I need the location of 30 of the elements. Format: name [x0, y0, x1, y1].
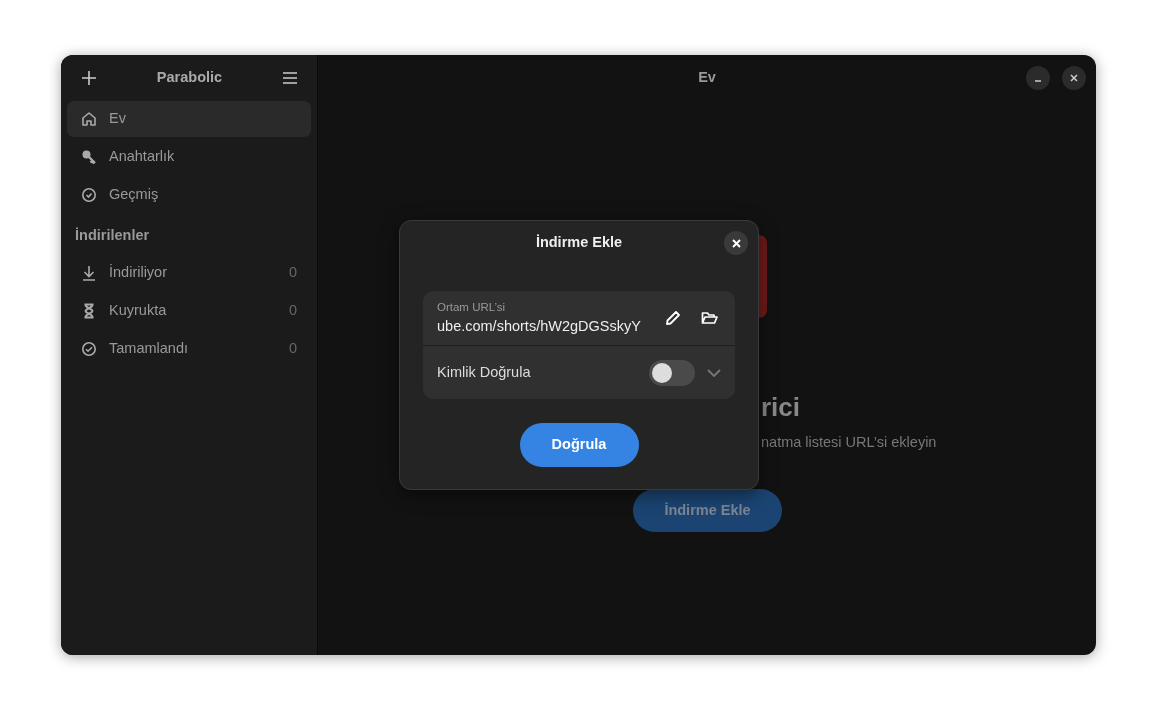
item-count: 0: [288, 300, 297, 320]
welcome-heading: rici: [761, 391, 801, 424]
url-field[interactable]: Ortam URL’si ube.com/shorts/hW2gDGSskyY: [437, 298, 655, 338]
welcome-text: natma listesi URL’si ekleyin: [761, 433, 937, 452]
close-icon: [1070, 74, 1078, 82]
check-icon: [81, 340, 97, 357]
close-button[interactable]: [1062, 66, 1086, 90]
close-icon: [731, 238, 741, 248]
authenticate-label: Kimlik Doğrula: [437, 362, 532, 382]
item-count: 0: [288, 262, 297, 282]
app-title: Parabolic: [156, 68, 223, 88]
item-count: 0: [288, 338, 297, 358]
close-button[interactable]: [724, 231, 748, 255]
sidebar-item[interactable]: Geçmiş: [67, 177, 311, 213]
minimize-button[interactable]: [1026, 66, 1050, 90]
chevron-icon[interactable]: [705, 366, 723, 379]
page-title: Ev: [698, 68, 716, 88]
sidebar-item[interactable]: İndiriliyor 0: [67, 254, 311, 291]
home-icon: [81, 111, 97, 127]
sidebar-item[interactable]: Kuyrukta 0: [67, 292, 311, 329]
hourglass-icon: [81, 302, 97, 319]
sidebar-item[interactable]: Tamamlandı 0: [67, 330, 311, 367]
sidebar-item[interactable]: Ev: [67, 101, 311, 137]
dialog-title: İndirme Ekle: [535, 233, 623, 253]
sidebar-item[interactable]: Anahtarlık: [67, 139, 311, 175]
key-icon: [81, 149, 97, 165]
validate-button[interactable]: Doğrula: [519, 423, 639, 467]
download-icon: [81, 264, 97, 281]
section-heading: İndirilenler: [74, 226, 151, 245]
authenticate-switch[interactable]: [649, 359, 695, 386]
